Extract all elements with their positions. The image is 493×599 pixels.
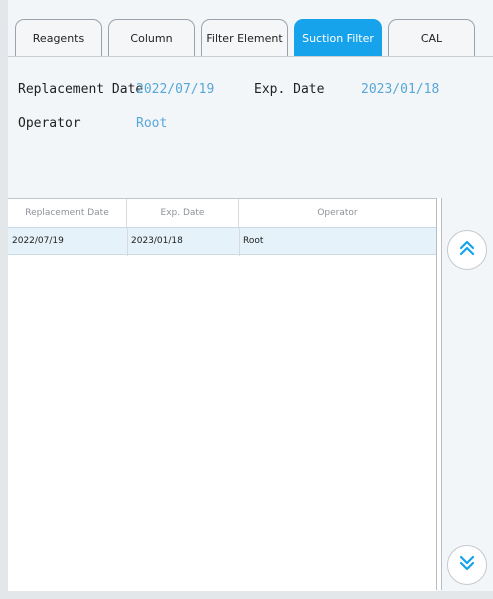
replacement-date-value: 2022/07/19 bbox=[136, 82, 215, 97]
scroll-up-button[interactable] bbox=[447, 230, 487, 270]
header-replacement-date: Replacement Date bbox=[8, 199, 127, 227]
exp-date-value: 2023/01/18 bbox=[361, 82, 440, 97]
double-chevron-up-icon bbox=[458, 239, 476, 261]
operator-label: Operator bbox=[18, 116, 81, 131]
table-scrollbar[interactable] bbox=[436, 198, 442, 590]
operator-value: Root bbox=[136, 116, 168, 131]
bottom-edge bbox=[0, 591, 493, 599]
tab-divider bbox=[8, 56, 493, 57]
left-edge bbox=[0, 0, 8, 599]
table-row[interactable]: 2022/07/19 2023/01/18 Root bbox=[8, 227, 436, 256]
cell-operator: Root bbox=[243, 236, 264, 246]
replacement-date-label: Replacement Date bbox=[18, 82, 144, 97]
header-exp-date: Exp. Date bbox=[127, 199, 239, 227]
table-header: Replacement Date Exp. Date Operator bbox=[8, 199, 436, 227]
cell-replacement-date: 2022/07/19 bbox=[12, 236, 64, 246]
header-operator: Operator bbox=[317, 208, 358, 218]
tab-cal[interactable]: CAL bbox=[388, 19, 475, 56]
tab-reagents[interactable]: Reagents bbox=[15, 19, 102, 56]
history-table: Replacement Date Exp. Date Operator 2022… bbox=[8, 198, 436, 592]
double-chevron-down-icon bbox=[458, 554, 476, 576]
scroll-down-button[interactable] bbox=[447, 545, 487, 585]
cell-exp-date: 2023/01/18 bbox=[131, 236, 183, 246]
tab-suction-filter[interactable]: Suction Filter bbox=[294, 19, 382, 56]
tab-column[interactable]: Column bbox=[108, 19, 195, 56]
exp-date-label: Exp. Date bbox=[254, 82, 325, 97]
tab-filter-element[interactable]: Filter Element bbox=[201, 19, 288, 56]
